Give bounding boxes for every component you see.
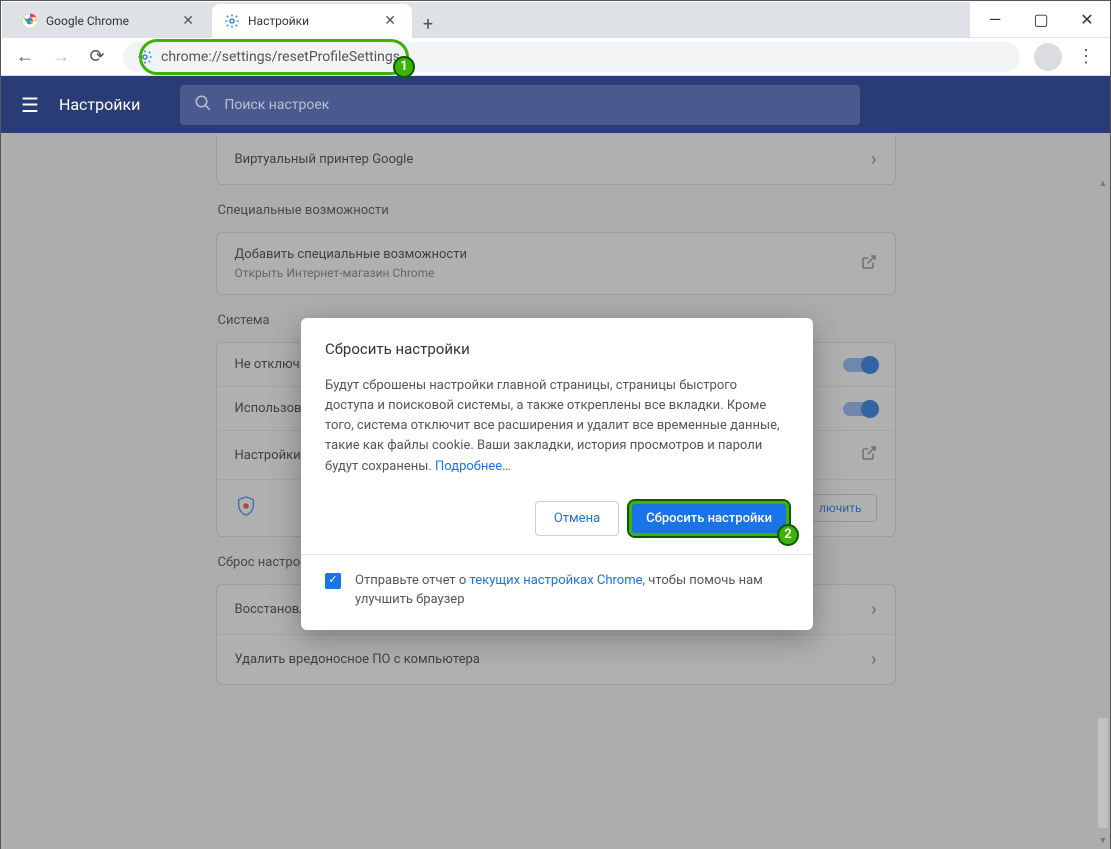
dialog-actions: Отмена Сбросить настройки 2 [325,501,789,536]
hamburger-icon[interactable]: ☰ [21,93,39,117]
settings-search[interactable] [180,85,860,125]
settings-header: ☰ Настройки [1,76,1110,133]
tab-title: Настройки [248,14,309,28]
tab-title: Google Chrome [46,14,129,28]
footer-text-pre: Отправьте отчет о [355,573,470,588]
scroll-down-arrow[interactable]: ▼ [1098,835,1108,847]
reload-button[interactable]: ⟳ [81,41,113,73]
settings-search-input[interactable] [224,97,846,113]
address-bar[interactable]: chrome://settings/resetProfileSettings [123,42,1020,72]
gear-icon [224,13,240,29]
dialog-body-text: Будут сброшены настройки главной страниц… [325,378,780,474]
scrollbar-thumb[interactable] [1098,718,1108,828]
tab-google-chrome[interactable]: Google Chrome ✕ [10,4,210,38]
browser-window: Google Chrome ✕ Настройки ✕ + — ▢ ✕ ← → … [0,0,1111,849]
tab-strip: Google Chrome ✕ Настройки ✕ + [2,2,970,38]
address-bar-wrap: chrome://settings/resetProfileSettings 1 [123,42,1020,72]
close-icon[interactable]: ✕ [178,11,198,31]
annotation-badge-2: 2 [777,524,799,546]
reset-settings-button[interactable]: Сбросить настройки [629,501,789,536]
current-settings-link[interactable]: текущих настройках Chrome [470,573,643,588]
dialog-footer: ✓ Отправьте отчет о текущих настройках C… [325,571,789,610]
search-icon [194,94,212,116]
kebab-menu-icon[interactable]: ⋮ [1070,41,1102,73]
minimize-button[interactable]: — [972,1,1018,37]
browser-toolbar: ← → ⟳ chrome://settings/resetProfileSett… [1,38,1110,76]
forward-button[interactable]: → [45,41,77,73]
dialog-title: Сбросить настройки [325,340,789,358]
reset-settings-dialog: Сбросить настройки Будут сброшены настро… [301,318,813,630]
dialog-body: Будут сброшены настройки главной страниц… [325,376,789,477]
divider [301,554,813,555]
learn-more-link[interactable]: Подробнее… [435,459,511,474]
scroll-up-arrow[interactable]: ▲ [1098,178,1108,190]
profile-avatar[interactable] [1034,43,1062,71]
maximize-button[interactable]: ▢ [1018,1,1064,37]
new-tab-button[interactable]: + [414,10,442,38]
close-icon[interactable]: ✕ [380,11,400,31]
back-button[interactable]: ← [9,41,41,73]
annotation-badge-1: 1 [393,56,415,78]
settings-title: Настройки [59,95,140,114]
window-controls: — ▢ ✕ [972,1,1110,37]
tab-settings[interactable]: Настройки ✕ [212,4,412,38]
url-text: chrome://settings/resetProfileSettings [161,49,400,65]
chrome-icon [22,13,38,29]
report-checkbox[interactable]: ✓ [325,573,341,589]
close-window-button[interactable]: ✕ [1064,1,1110,37]
cancel-button[interactable]: Отмена [535,501,619,536]
vertical-scrollbar[interactable]: ▲ ▼ [1098,188,1108,837]
gear-icon [137,49,153,65]
